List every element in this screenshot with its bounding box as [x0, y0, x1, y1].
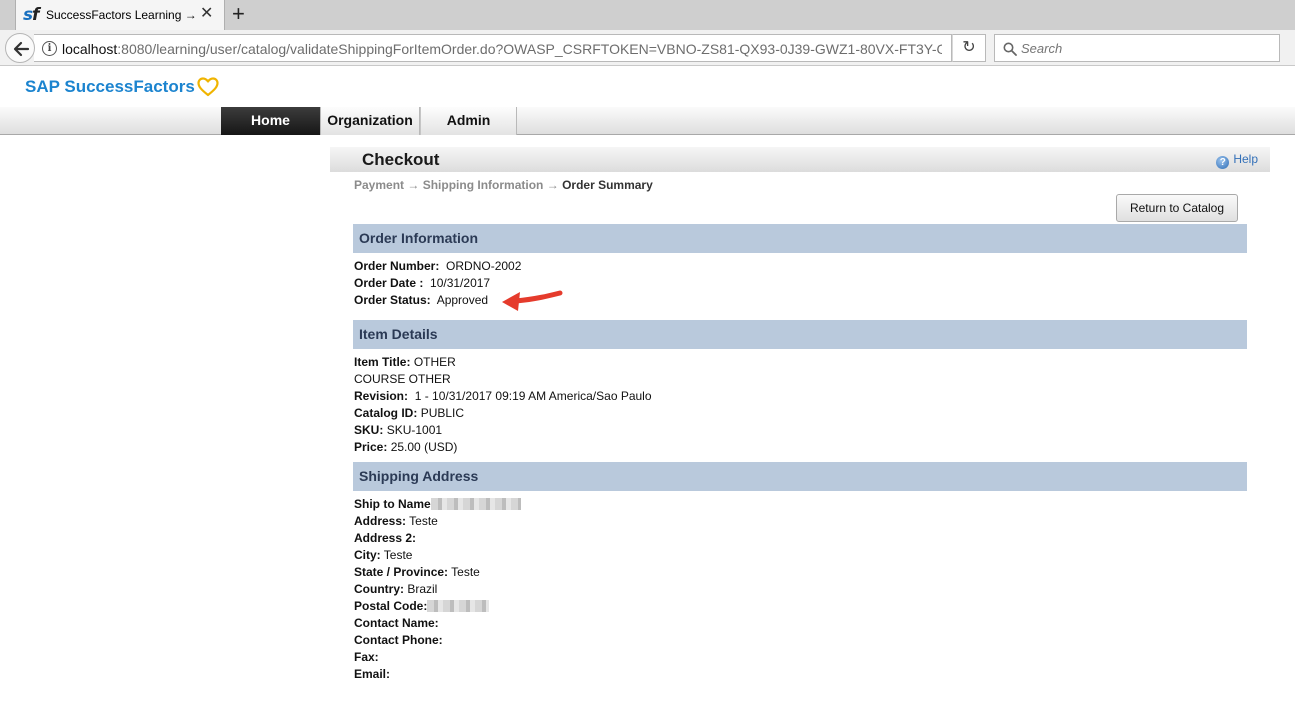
checkout-header: Checkout ? Help: [330, 147, 1270, 172]
sap-successfactors-logo[interactable]: SAP SuccessFactors: [25, 77, 219, 99]
order-status-value: Approved: [436, 293, 489, 307]
contact-phone-row: Contact Phone:: [354, 633, 443, 648]
price-row: Price: 25.00 (USD): [354, 440, 457, 455]
sku-label: SKU:: [354, 423, 384, 437]
back-button[interactable]: [5, 33, 35, 63]
browser-navbar: i localhost:8080/learning/user/catalog/v…: [0, 30, 1295, 66]
sku-row: SKU: SKU-1001: [354, 423, 442, 438]
breadcrumb-payment: Payment: [354, 178, 405, 192]
breadcrumb: Payment → Shipping Information → Order S…: [354, 178, 653, 192]
item-title-label: Item Title:: [354, 355, 411, 369]
address2-label: Address 2:: [354, 531, 417, 545]
breadcrumb-separator: →: [546, 178, 559, 192]
order-status-label: Order Status:: [354, 293, 431, 307]
email-row: Email:: [354, 667, 390, 682]
revision-label: Revision:: [354, 389, 409, 403]
item-title-row: Item Title: OTHER: [354, 355, 456, 370]
country-value: Brazil: [407, 582, 438, 596]
search-box[interactable]: [994, 34, 1280, 62]
help-label: Help: [1233, 152, 1258, 166]
url-path: :8080/learning/user/catalog/validateShip…: [117, 41, 942, 57]
help-icon: ?: [1216, 156, 1230, 169]
item-type-row: COURSE OTHER: [354, 372, 451, 387]
sku-value: SKU-1001: [386, 423, 443, 437]
order-date-row: Order Date : 10/31/2017: [354, 276, 490, 291]
order-date-label: Order Date :: [354, 276, 424, 290]
order-number-label: Order Number:: [354, 259, 440, 273]
contact-name-label: Contact Name:: [354, 616, 439, 630]
ship-to-name-row: Ship to Name: [354, 497, 521, 512]
country-row: Country: Brazil: [354, 582, 437, 597]
order-status-row: Order Status: Approved: [354, 293, 488, 308]
annotation-arrow-icon: [502, 290, 563, 311]
successfactors-favicon-icon: sf: [23, 5, 40, 25]
address-bar[interactable]: i localhost:8080/learning/user/catalog/v…: [34, 34, 952, 62]
url-text[interactable]: localhost:8080/learning/user/catalog/val…: [62, 41, 942, 57]
heart-logo-icon: [197, 77, 219, 97]
catalog-id-label: Catalog ID:: [354, 406, 418, 420]
order-information-heading: Order Information: [353, 224, 1247, 253]
breadcrumb-separator: →: [407, 178, 420, 192]
address-row: Address: Teste: [354, 514, 438, 529]
breadcrumb-shipping: Shipping Information: [422, 178, 544, 192]
state-label: State / Province:: [354, 565, 449, 579]
browser-tab[interactable]: sf SuccessFactors Learning → C ✕: [15, 0, 225, 30]
logo-text: SAP SuccessFactors: [25, 77, 195, 96]
state-row: State / Province: Teste: [354, 565, 480, 580]
fax-row: Fax:: [354, 650, 379, 665]
item-type-value: COURSE OTHER: [354, 372, 451, 386]
main-menu-bar: Home Organization Admin: [0, 107, 1295, 135]
address-value: Teste: [409, 514, 438, 528]
revision-row: Revision: 1 - 10/31/2017 09:19 AM Americ…: [354, 389, 652, 404]
email-label: Email:: [354, 667, 391, 681]
address-label: Address:: [354, 514, 407, 528]
postal-code-row: Postal Code:: [354, 599, 490, 614]
price-label: Price:: [354, 440, 388, 454]
page-title: Checkout: [362, 150, 440, 169]
tab-title: SuccessFactors Learning → C: [46, 8, 196, 22]
contact-phone-label: Contact Phone:: [354, 633, 443, 647]
reload-button[interactable]: ↻: [952, 34, 986, 62]
redacted-postal-code: [427, 600, 490, 612]
contact-name-row: Contact Name:: [354, 616, 439, 631]
return-to-catalog-button[interactable]: Return to Catalog: [1116, 194, 1238, 222]
site-info-icon[interactable]: i: [42, 41, 57, 56]
help-link[interactable]: ? Help: [1216, 152, 1258, 169]
state-value: Teste: [451, 565, 480, 579]
fax-label: Fax:: [354, 650, 379, 664]
item-title-value: OTHER: [413, 355, 456, 369]
url-host: localhost: [62, 41, 118, 57]
search-icon: [1003, 42, 1017, 56]
order-number-value: ORDNO-2002: [446, 259, 522, 273]
browser-tabstrip: sf SuccessFactors Learning → C ✕ +: [0, 0, 1295, 30]
menu-admin[interactable]: Admin: [420, 107, 517, 135]
item-details-heading: Item Details: [353, 320, 1247, 349]
address2-row: Address 2:: [354, 531, 416, 546]
order-date-value: 10/31/2017: [430, 276, 491, 290]
redacted-name: [430, 498, 521, 510]
breadcrumb-order-summary: Order Summary: [562, 178, 653, 192]
revision-value: 1 - 10/31/2017 09:19 AM America/Sao Paul…: [414, 389, 652, 403]
shipping-address-heading: Shipping Address: [353, 462, 1247, 491]
city-row: City: Teste: [354, 548, 412, 563]
price-value: 25.00 (USD): [390, 440, 458, 454]
order-number-row: Order Number: ORDNO-2002: [354, 259, 521, 274]
city-value: Teste: [383, 548, 413, 562]
new-tab-button[interactable]: +: [232, 2, 245, 26]
postal-code-label: Postal Code:: [354, 599, 428, 613]
country-label: Country:: [354, 582, 404, 596]
catalog-id-row: Catalog ID: PUBLIC: [354, 406, 464, 421]
menu-organization[interactable]: Organization: [321, 107, 420, 135]
close-tab-icon[interactable]: ✕: [200, 6, 213, 22]
menu-home[interactable]: Home: [221, 107, 321, 135]
city-label: City:: [354, 548, 381, 562]
catalog-id-value: PUBLIC: [420, 406, 465, 420]
back-arrow-icon: [13, 41, 30, 57]
ship-to-name-label: Ship to Name: [354, 497, 431, 511]
search-input[interactable]: [1021, 39, 1271, 57]
